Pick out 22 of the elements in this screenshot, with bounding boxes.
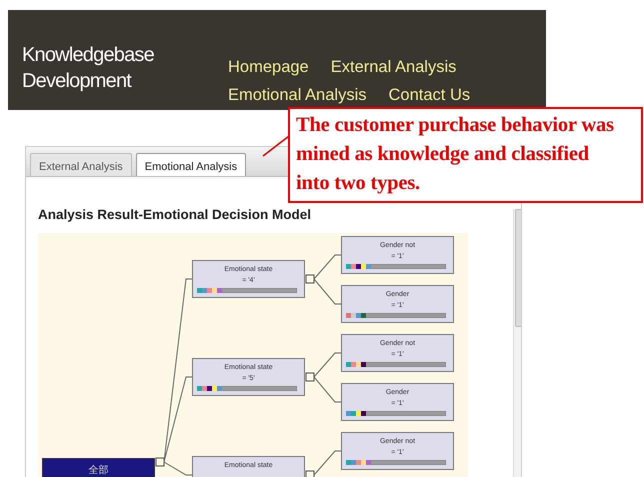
section-title: Analysis Result-Emotional Decision Model xyxy=(38,206,312,224)
tab[interactable]: Emotional Analysis xyxy=(136,153,246,176)
connector-line xyxy=(314,278,342,304)
scroll-thumb[interactable] xyxy=(515,209,521,327)
scrollbar[interactable] xyxy=(513,209,521,477)
connector-line xyxy=(314,352,342,378)
root-node[interactable]: 全部 xyxy=(42,458,155,477)
expander-icon[interactable] xyxy=(306,372,314,382)
expander-icon[interactable] xyxy=(156,458,164,466)
nav-link[interactable]: External Analysis xyxy=(330,56,456,78)
callout-text: The customer purchase behavior was mined as knowledge and classified into two types. xyxy=(288,107,643,203)
nav-link[interactable]: Emotional Analysis xyxy=(228,84,366,106)
site-title: Knowledgebase Development xyxy=(22,43,155,94)
expander-icon[interactable] xyxy=(306,470,314,477)
leader-line xyxy=(262,135,290,157)
tab[interactable]: External Analysis xyxy=(30,153,132,176)
connector-line xyxy=(314,376,342,402)
nav-link[interactable]: Contact Us xyxy=(388,84,470,106)
connector-line xyxy=(314,254,342,280)
nav-link[interactable]: Homepage xyxy=(228,56,309,78)
connector-line xyxy=(314,450,342,476)
expander-icon[interactable] xyxy=(306,274,314,284)
